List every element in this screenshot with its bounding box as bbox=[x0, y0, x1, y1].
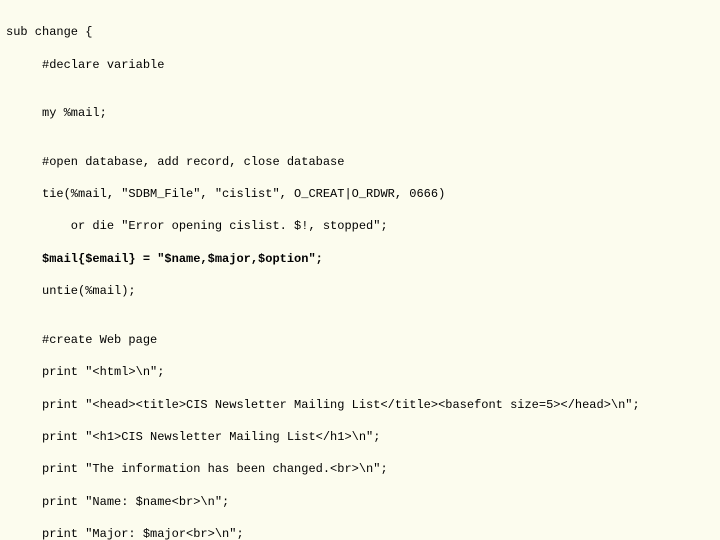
code-line: or die "Error opening cislist. $!, stopp… bbox=[6, 218, 714, 234]
code-line: #declare variable bbox=[6, 57, 714, 73]
code-line: my %mail; bbox=[6, 105, 714, 121]
code-line: untie(%mail); bbox=[6, 283, 714, 299]
code-line: tie(%mail, "SDBM_File", "cislist", O_CRE… bbox=[6, 186, 714, 202]
code-line: print "<head><title>CIS Newsletter Maili… bbox=[6, 397, 714, 413]
code-block: sub change { #declare variable my %mail;… bbox=[0, 0, 720, 540]
code-line: print "<h1>CIS Newsletter Mailing List</… bbox=[6, 429, 714, 445]
code-line: print "<html>\n"; bbox=[6, 364, 714, 380]
code-line: #create Web page bbox=[6, 332, 714, 348]
code-line: print "The information has been changed.… bbox=[6, 461, 714, 477]
code-line: #open database, add record, close databa… bbox=[6, 154, 714, 170]
code-line: sub change { bbox=[6, 24, 714, 40]
code-line: print "Name: $name<br>\n"; bbox=[6, 494, 714, 510]
code-line: print "Major: $major<br>\n"; bbox=[6, 526, 714, 540]
code-line-highlight: $mail{$email} = "$name,$major,$option"; bbox=[6, 251, 714, 267]
